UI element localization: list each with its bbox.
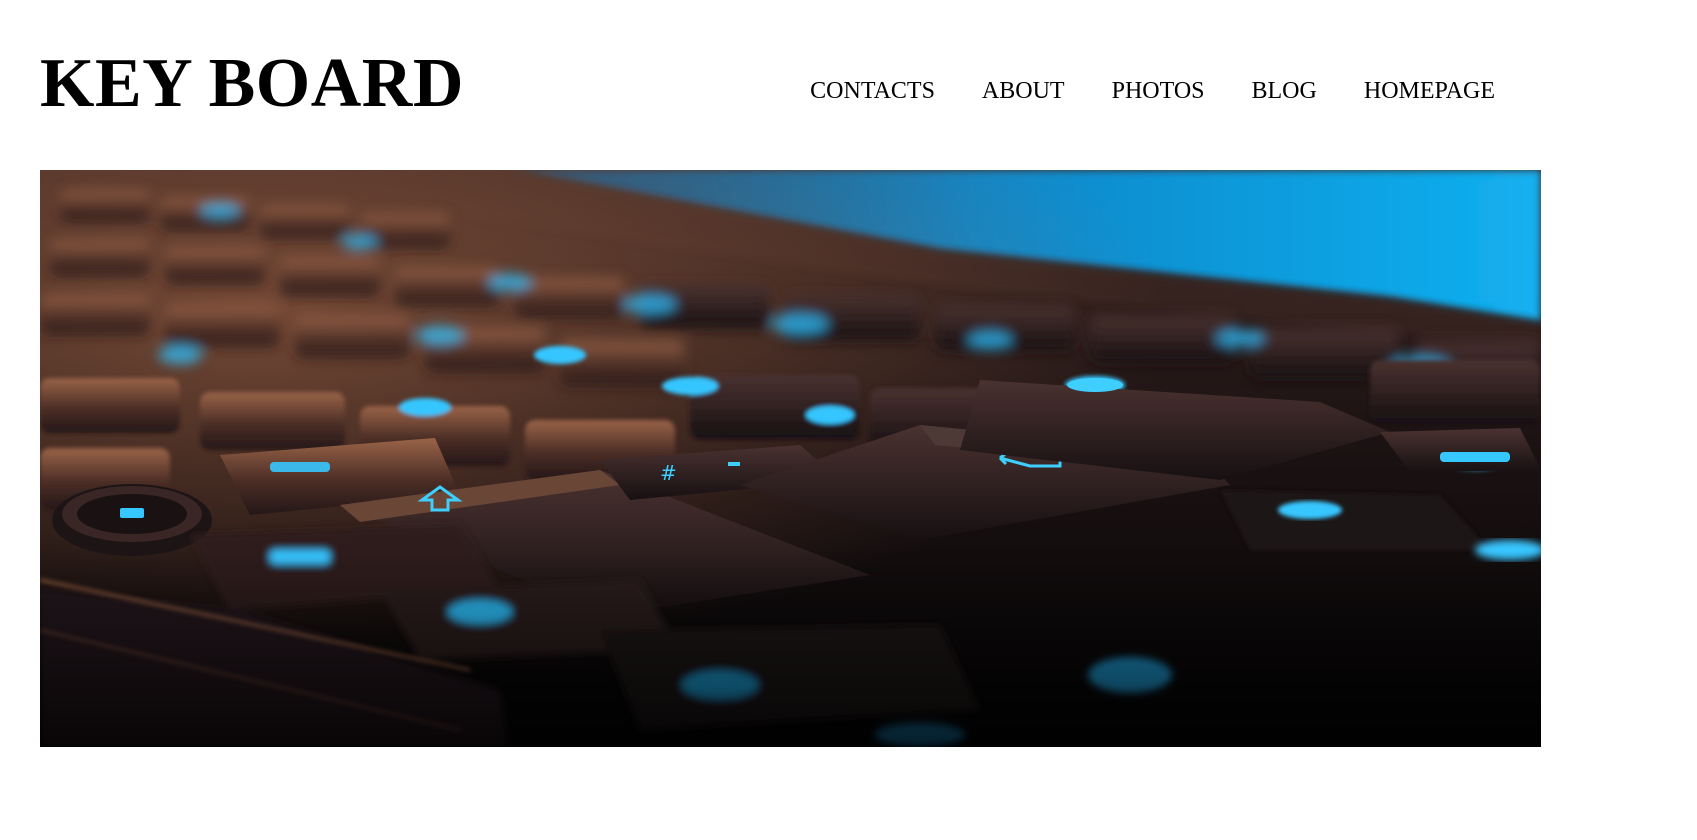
svg-text:#: #	[660, 461, 677, 485]
keyboard-photo-illustration: #	[40, 170, 1541, 747]
main-nav: CONTACTS ABOUT PHOTOS BLOG HOMEPAGE	[810, 76, 1495, 106]
nav-link-photos[interactable]: PHOTOS	[1112, 76, 1205, 106]
nav-link-contacts[interactable]: CONTACTS	[810, 76, 935, 106]
nav-link-homepage[interactable]: HOMEPAGE	[1364, 76, 1495, 106]
site-title: KEY BOARD	[40, 45, 464, 122]
hero-keyboard-image: #	[40, 170, 1541, 747]
nav-link-about[interactable]: ABOUT	[982, 76, 1065, 106]
nav-link-blog[interactable]: BLOG	[1252, 76, 1317, 106]
